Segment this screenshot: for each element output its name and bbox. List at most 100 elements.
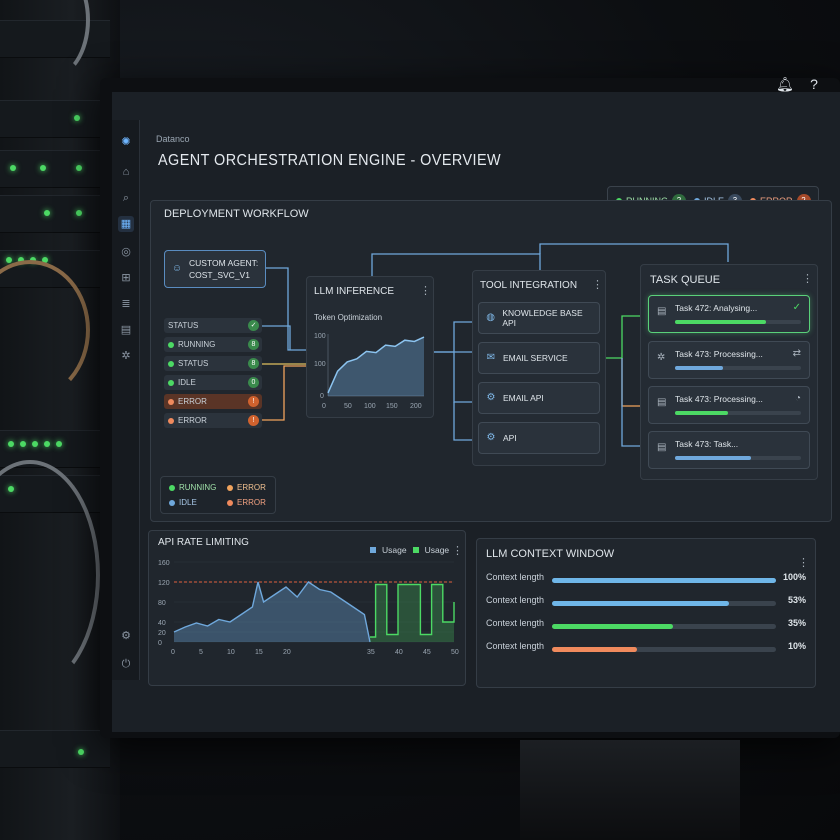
context-row: Context length 100%	[486, 572, 806, 588]
status-row[interactable]: RUNNING 8	[164, 337, 262, 352]
context-row: Context length 35%	[486, 618, 806, 634]
legend-label: Usage	[424, 545, 450, 555]
x-tick-label: 45	[423, 649, 431, 656]
x-tick-label: 200	[410, 403, 422, 410]
legend-swatch	[412, 547, 419, 553]
llm-subtitle: Token Optimization	[314, 313, 383, 322]
task-progress	[675, 456, 801, 460]
status-row[interactable]: ERROR !	[164, 413, 262, 428]
context-row: Context length 10%	[486, 641, 806, 657]
status-row-label: IDLE	[178, 378, 196, 387]
x-tick-label: 5	[199, 649, 203, 656]
y-tick-label: 20	[158, 630, 166, 637]
task-label: Task 472: Analysing...	[675, 303, 758, 313]
status-row[interactable]: STATUS ✓	[164, 318, 262, 333]
connector	[453, 352, 472, 403]
legend-dot	[227, 484, 233, 491]
context-pct: 53%	[787, 595, 806, 605]
status-row-label: RUNNING	[178, 340, 216, 349]
custom-agent-node[interactable]: ☺ CUSTOM AGENT: COST_SVC_V1	[164, 250, 266, 288]
status-dot	[168, 341, 174, 348]
agent-id: COST_SVC_V1	[189, 270, 250, 280]
status-row-label: STATUS	[168, 321, 199, 330]
more-options-icon[interactable]: ⋮	[802, 272, 813, 285]
status-row[interactable]: IDLE 0	[164, 375, 262, 390]
task-label: Task 473: Task...	[675, 439, 739, 449]
task-progress	[675, 411, 801, 415]
x-tick-label: 15	[255, 649, 263, 656]
x-tick-label: 150	[386, 403, 398, 410]
status-dot	[168, 360, 174, 367]
y-tick-label: 40	[158, 620, 166, 627]
gear-icon: ✲	[657, 352, 666, 363]
more-options-icon[interactable]: ⋮	[592, 278, 603, 291]
tool-label: EMAIL API	[503, 393, 544, 403]
status-row[interactable]: STATUS 8	[164, 356, 262, 371]
context-bar-fill	[552, 578, 776, 583]
status-row-label: ERROR	[178, 416, 207, 425]
legend-label: ERROR	[237, 498, 266, 507]
context-title: LLM CONTEXT WINDOW	[486, 548, 615, 560]
context-bar	[552, 647, 776, 652]
connector	[434, 321, 472, 353]
api-rate-chart: 160 120 80 40 20 0 0 5 10 15 20 35 40 45 50	[158, 560, 459, 656]
legend-swatch	[370, 547, 376, 553]
context-bar-fill	[552, 601, 729, 606]
gear-icon: ⚙	[486, 432, 496, 443]
x-tick-label: 0	[322, 403, 326, 410]
x-tick-label: 100	[364, 403, 376, 410]
legend-label: Usage	[382, 545, 407, 555]
y-tick-label: 0	[320, 393, 324, 400]
rate-legend: Usage Usage	[370, 545, 449, 555]
context-pct: 100%	[782, 572, 806, 582]
task-label: Task 473: Processing...	[675, 349, 763, 359]
task-item[interactable]: ▤ Task 473: Processing... ◔	[648, 386, 810, 424]
context-bar	[552, 578, 776, 583]
connector	[621, 358, 640, 447]
context-pct: 10%	[787, 641, 806, 651]
globe-icon: ◍	[486, 312, 496, 323]
user-icon: ☺	[171, 263, 183, 274]
tool-label: EMAIL SERVICE	[503, 353, 568, 363]
y-tick-label: 160	[158, 560, 170, 567]
task-progress-fill	[675, 320, 766, 324]
tool-email-api[interactable]: ⚙ EMAIL API	[478, 382, 600, 414]
legend-item: ERROR	[227, 498, 266, 507]
tools-title: TOOL INTEGRATION	[480, 280, 578, 291]
task-progress-fill	[675, 366, 723, 370]
usage-area	[370, 584, 454, 642]
status-row-label: STATUS	[178, 359, 209, 368]
status-row[interactable]: ERROR !	[164, 394, 262, 409]
task-item[interactable]: ▤ Task 472: Analysing... ✓	[648, 295, 810, 333]
x-tick-label: 40	[395, 649, 403, 656]
status-badge: 8	[248, 339, 259, 350]
more-options-icon[interactable]: ⋮	[420, 284, 431, 297]
y-tick-label: 120	[158, 580, 170, 587]
context-label: Context length	[486, 641, 545, 651]
mail-icon: ✉	[486, 352, 496, 363]
document-icon: ▤	[657, 442, 667, 453]
document-icon: ▤	[657, 397, 667, 408]
context-label: Context length	[486, 572, 545, 582]
connector	[453, 402, 472, 441]
x-tick-label: 50	[451, 649, 459, 656]
gear-icon: ⚙	[486, 392, 496, 403]
sync-icon: ⇄	[792, 348, 801, 359]
x-tick-label: 35	[367, 649, 375, 656]
more-options-icon[interactable]: ⋮	[798, 556, 809, 569]
context-label: Context length	[486, 595, 545, 605]
tool-api[interactable]: ⚙ API	[478, 422, 600, 454]
task-item[interactable]: ✲ Task 473: Processing... ⇄	[648, 341, 810, 379]
tool-knowledge-base-api[interactable]: ◍ KNOWLEDGE BASE API	[478, 302, 600, 334]
legend-dot	[169, 484, 175, 491]
llm-context-window-panel	[476, 538, 816, 688]
legend-label: ERROR	[237, 483, 266, 492]
x-tick-label: 50	[344, 403, 352, 410]
status-badge: 0	[248, 377, 259, 388]
usage-area	[174, 582, 370, 642]
task-item[interactable]: ▤ Task 473: Task...	[648, 431, 810, 469]
task-progress-fill	[675, 411, 728, 415]
context-label: Context length	[486, 618, 545, 628]
tool-email-service[interactable]: ✉ EMAIL SERVICE	[478, 342, 600, 374]
tool-label: API	[503, 433, 517, 443]
